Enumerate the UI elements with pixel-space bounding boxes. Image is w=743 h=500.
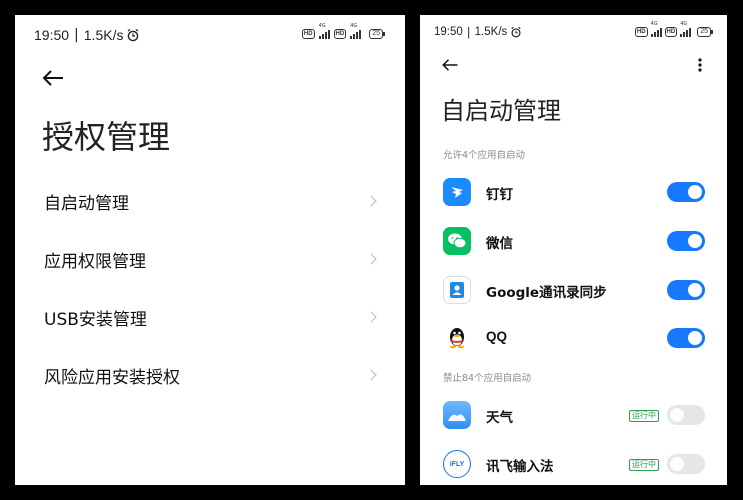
page-title: 授权管理 [42, 118, 171, 156]
hd-icon: HD [664, 27, 678, 37]
dingtalk-icon [443, 178, 471, 206]
status-time: 19:50 [34, 27, 70, 43]
chevron-right-icon [365, 311, 377, 323]
back-arrow-icon[interactable] [41, 68, 65, 88]
menu-item-label: 自启动管理 [44, 194, 129, 214]
network-gen-label: 4G [650, 21, 658, 27]
status-network-speed: 1.5K/s [474, 26, 508, 38]
app-row-weather: 天气 运行中 [420, 392, 727, 438]
menu-item-autostart[interactable]: 自启动管理 [15, 175, 405, 225]
signal-icon: 4G [680, 21, 692, 37]
running-status-badge: 运行中 [629, 459, 659, 471]
autostart-toggle[interactable] [667, 231, 705, 251]
autostart-toggle[interactable] [667, 328, 705, 348]
autostart-toggle[interactable] [667, 182, 705, 202]
menu-item-risky-app-install[interactable]: 风险应用安装授权 [15, 349, 405, 399]
running-status-badge: 运行中 [629, 410, 659, 422]
page-title: 自启动管理 [441, 97, 561, 125]
weather-icon [443, 401, 471, 429]
app-row-qq: QQ [420, 315, 727, 361]
battery-icon: 25 [697, 27, 713, 37]
status-icons: HD 4G HD 4G 25 [634, 21, 713, 37]
status-separator: | [466, 25, 471, 39]
menu-item-label: 应用权限管理 [44, 252, 146, 272]
chevron-right-icon [365, 253, 377, 265]
more-options-icon[interactable] [697, 57, 703, 73]
allowed-section-label: 允许4个应用自启动 [443, 150, 526, 161]
app-name: 讯飞输入法 [486, 459, 554, 475]
app-name: 天气 [486, 410, 513, 426]
menu-item-label: USB安装管理 [44, 310, 147, 330]
app-row-iflytek-input: iFLY 讯飞输入法 运行中 [420, 441, 727, 485]
app-row-dingtalk: 钉钉 [420, 169, 727, 215]
autostart-toggle[interactable] [667, 454, 705, 474]
autostart-toggle[interactable] [667, 280, 705, 300]
alarm-icon [128, 28, 139, 42]
status-separator: | [74, 27, 79, 43]
network-gen-label: 4G [318, 23, 326, 29]
chevron-right-icon [365, 369, 377, 381]
app-name: Google通讯录同步 [486, 285, 607, 301]
signal-icon: 4G [650, 21, 662, 37]
chevron-right-icon [365, 195, 377, 207]
status-bar: 19:50 | 1.5K/s HD 4G HD 4G 25 [15, 23, 405, 45]
app-name: QQ [486, 329, 508, 344]
alarm-icon [511, 26, 521, 38]
battery-icon: 25 [369, 29, 385, 39]
network-gen-label: 4G [680, 21, 688, 27]
status-bar: 19:50 | 1.5K/s HD 4G HD 4G 25 [420, 21, 727, 41]
status-network-speed: 1.5K/s [83, 27, 124, 43]
status-time: 19:50 [434, 26, 463, 38]
app-name: 钉钉 [486, 187, 513, 203]
menu-item-usb-install[interactable]: USB安装管理 [15, 291, 405, 341]
network-gen-label: 4G [350, 23, 358, 29]
hd-icon: HD [333, 29, 347, 39]
app-row-wechat: 微信 [420, 218, 727, 264]
app-name: 微信 [486, 236, 513, 252]
wechat-icon [443, 227, 471, 255]
autostart-toggle[interactable] [667, 405, 705, 425]
contacts-sync-icon [443, 276, 471, 304]
iflytek-icon: iFLY [443, 450, 471, 478]
iflytek-icon-text: iFLY [449, 460, 465, 468]
status-icons: HD 4G HD 4G 25 [301, 23, 385, 39]
left-screen-authorization-management: 19:50 | 1.5K/s HD 4G HD 4G 25 授权管理 自启动管理… [15, 15, 405, 485]
back-arrow-icon[interactable] [441, 57, 459, 73]
qq-icon [443, 324, 471, 352]
menu-item-label: 风险应用安装授权 [44, 368, 180, 388]
app-row-google-contacts-sync: Google通讯录同步 [420, 267, 727, 313]
signal-icon: 4G [350, 23, 362, 39]
signal-icon: 4G [318, 23, 330, 39]
hd-icon: HD [634, 27, 648, 37]
blocked-section-label: 禁止84个应用自启动 [443, 373, 532, 384]
hd-icon: HD [301, 29, 315, 39]
right-screen-autostart-management: 19:50 | 1.5K/s HD 4G HD 4G 25 自启动管理 允许4个… [420, 15, 727, 485]
menu-item-app-permissions[interactable]: 应用权限管理 [15, 233, 405, 283]
